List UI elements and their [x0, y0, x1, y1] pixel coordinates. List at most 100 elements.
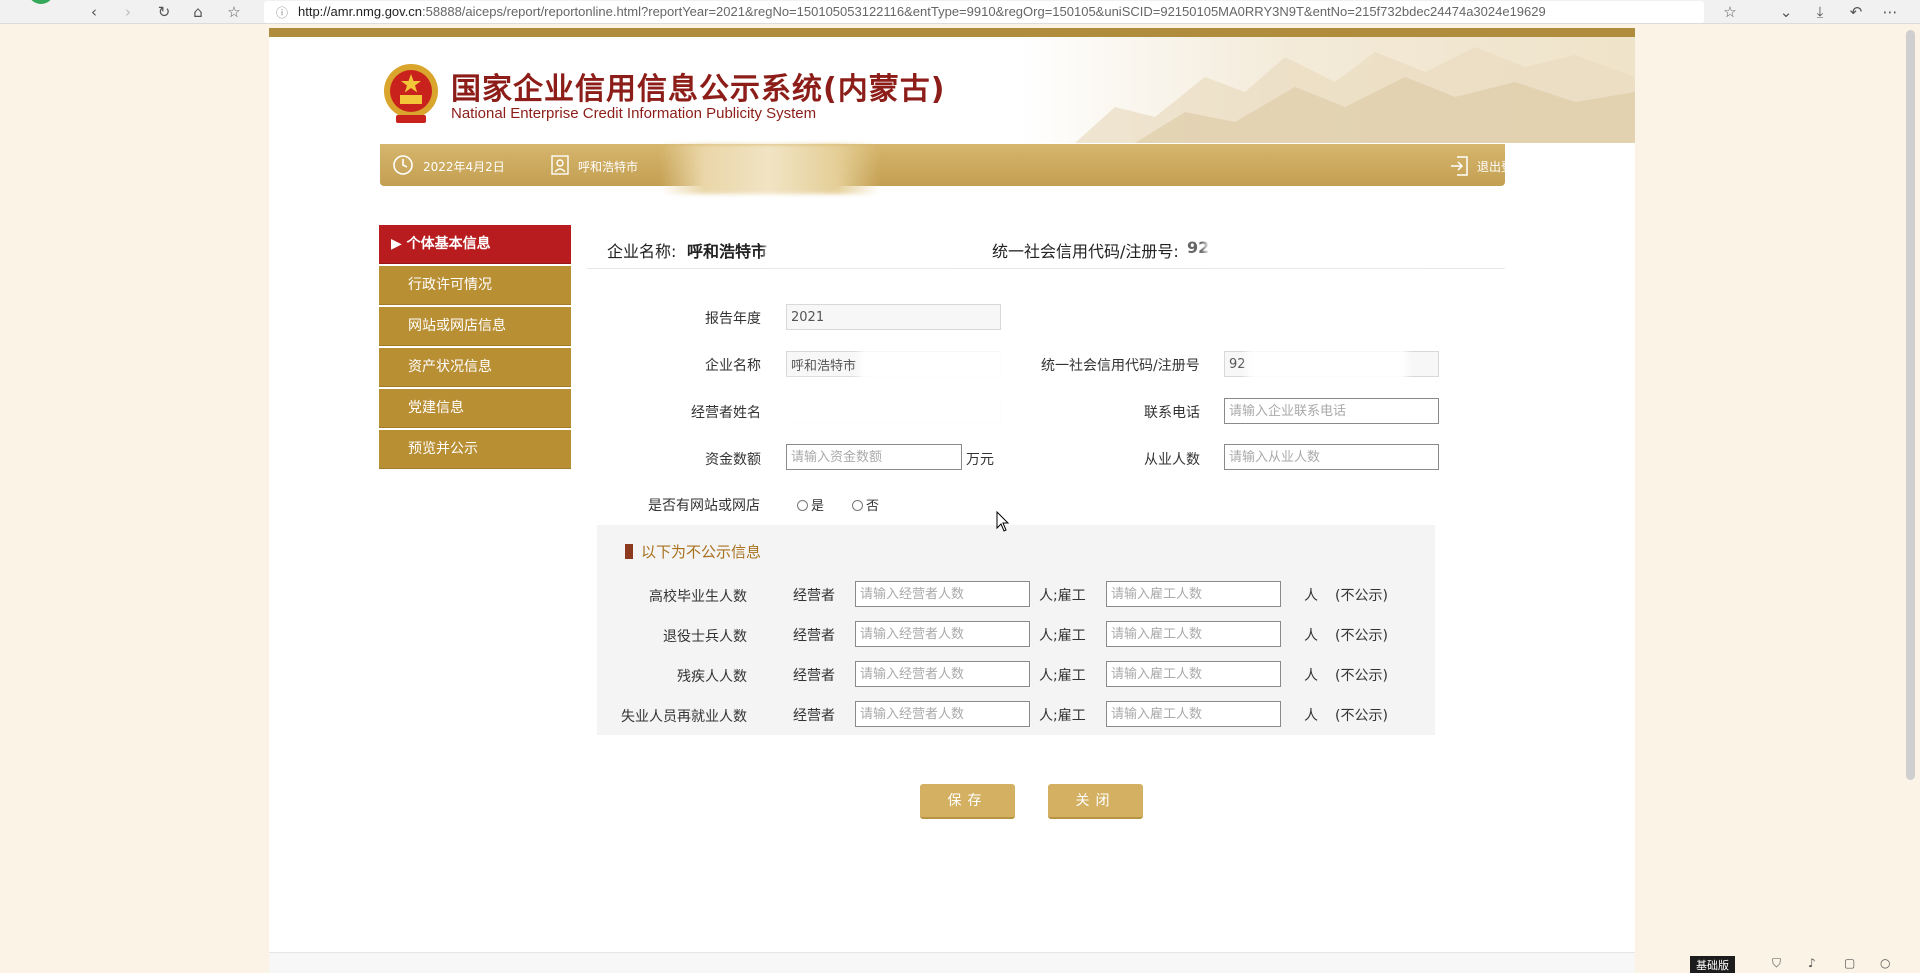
person-unit: 人	[1304, 628, 1318, 644]
sidebar-item-basic-info[interactable]: ▶ 个体基本信息	[379, 225, 571, 264]
user-icon	[551, 155, 569, 175]
phone-input[interactable]	[1224, 398, 1439, 424]
status-strip: 基础版 ⛉ ♪ ▢ ○	[1680, 955, 1920, 973]
graduates-label: 高校毕业生人数	[649, 589, 747, 605]
sidebar-item-admin-license[interactable]: 行政许可情况	[379, 266, 571, 305]
address-url[interactable]: http://amr.nmg.gov.cn:58888/aiceps/repor…	[298, 4, 1688, 19]
disabled-persons-label: 残疾人人数	[677, 669, 747, 685]
graduates-employee-input[interactable]	[1106, 581, 1281, 607]
operator-word: 经营者	[793, 628, 835, 644]
content-header: 企业名称: 呼和浩特市 统一社会信用代码/注册号: 92	[587, 225, 1505, 269]
sidebar: ▶ 个体基本信息 行政许可情况 网站或网店信息 资产状况信息 党建信息 预览并公…	[379, 225, 571, 471]
page-scrollbar[interactable]	[1906, 30, 1915, 780]
url-path: :58888/aiceps/report/reportonline.html?r…	[422, 4, 1546, 19]
save-button[interactable]: 保存	[920, 784, 1015, 819]
sound-icon[interactable]: ♪	[1808, 956, 1816, 970]
mountain-decoration-icon	[1075, 47, 1635, 143]
logout-label: 退出登录	[1477, 160, 1526, 174]
non-public-title-text: 以下为不公示信息	[641, 543, 762, 561]
website-question-label: 是否有网站或网店	[648, 498, 760, 514]
redaction-blur	[1205, 229, 1425, 265]
address-bar[interactable]: ⓘ http://amr.nmg.gov.cn:58888/aiceps/rep…	[264, 1, 1704, 23]
close-button[interactable]: 关闭	[1048, 784, 1143, 819]
person-unit-separator: 人;雇工	[1039, 588, 1086, 604]
site-header: 国家企业信用信息公示系统(内蒙古) National Enterprise Cr…	[269, 37, 1635, 143]
non-public-title: 以下为不公示信息	[625, 541, 761, 562]
person-unit: 人	[1304, 588, 1318, 604]
website-yes-radio[interactable]: 是	[797, 495, 824, 514]
browser-logo-icon	[28, 0, 54, 4]
capital-label: 资金数额	[705, 452, 761, 468]
search-icon[interactable]: ○	[1880, 956, 1890, 970]
veterans-operator-input[interactable]	[855, 621, 1030, 647]
operator-word: 经营者	[793, 668, 835, 684]
phone-label: 联系电话	[1144, 405, 1200, 421]
home-icon[interactable]: ⌂	[188, 2, 208, 22]
mouse-cursor-icon	[996, 511, 1010, 532]
credit-code-field-label: 统一社会信用代码/注册号	[1041, 358, 1200, 374]
browser-toolbar: ‹ › ↻ ⌂ ☆ ⓘ http://amr.nmg.gov.cn:58888/…	[0, 0, 1920, 24]
clock-icon	[393, 155, 413, 175]
not-public-note: (不公示)	[1335, 708, 1388, 724]
site-info-icon[interactable]: ⓘ	[276, 4, 288, 21]
person-unit-separator: 人;雇工	[1039, 628, 1086, 644]
national-emblem-icon	[384, 64, 438, 123]
shield-icon[interactable]: ⛉	[1772, 956, 1781, 971]
sidebar-item-party-building[interactable]: 党建信息	[379, 389, 571, 428]
employees-input[interactable]	[1224, 444, 1439, 470]
not-public-note: (不公示)	[1335, 588, 1388, 604]
disabled-operator-input[interactable]	[855, 661, 1030, 687]
more-icon[interactable]: ⋯	[1880, 2, 1900, 22]
website-yes-label: 是	[811, 499, 825, 514]
version-badge[interactable]: 基础版	[1690, 956, 1735, 973]
chevron-down-icon[interactable]: ⌄	[1776, 2, 1796, 22]
undo-icon[interactable]: ↶	[1846, 2, 1866, 22]
website-no-radio[interactable]: 否	[852, 495, 879, 514]
not-public-note: (不公示)	[1335, 668, 1388, 684]
current-date: 2022年4月2日	[423, 160, 505, 174]
section-marker-icon	[625, 544, 633, 559]
redaction-blur	[765, 229, 955, 265]
nav-bar: 2022年4月2日 呼和浩特市 退出登录	[380, 144, 1525, 194]
radio-circle-icon	[852, 500, 863, 511]
sidebar-item-preview-publish[interactable]: 预览并公示	[379, 430, 571, 469]
disabled-employee-input[interactable]	[1106, 661, 1281, 687]
logout-icon	[1451, 156, 1468, 176]
site-title: 国家企业信用信息公示系统(内蒙古)	[451, 72, 946, 107]
reemployed-employee-input[interactable]	[1106, 701, 1281, 727]
sidebar-item-website-info[interactable]: 网站或网店信息	[379, 307, 571, 346]
page-footer	[269, 952, 1635, 973]
main-content: 企业名称: 呼和浩特市 统一社会信用代码/注册号: 92 报告年度 企业名称 统…	[587, 225, 1505, 835]
site-subtitle: National Enterprise Credit Information P…	[451, 105, 817, 122]
veterans-employee-input[interactable]	[1106, 621, 1281, 647]
capital-unit: 万元	[966, 452, 994, 468]
reemployed-operator-input[interactable]	[855, 701, 1030, 727]
radio-circle-icon	[797, 500, 808, 511]
download-icon[interactable]: ⤓	[1810, 2, 1830, 22]
report-year-field[interactable]	[786, 304, 1001, 330]
top-accent-bar	[269, 28, 1635, 37]
person-unit: 人	[1304, 668, 1318, 684]
company-name-value: 呼和浩特市	[687, 242, 768, 261]
forward-icon[interactable]: ›	[118, 2, 138, 22]
credit-code-label: 统一社会信用代码/注册号:	[992, 242, 1179, 261]
back-icon[interactable]: ‹	[84, 2, 104, 22]
url-host: http://amr.nmg.gov.cn	[298, 4, 423, 19]
sidebar-item-assets[interactable]: 资产状况信息	[379, 348, 571, 387]
redaction-blur	[773, 380, 1009, 440]
capital-input[interactable]	[786, 444, 962, 470]
person-unit-separator: 人;雇工	[1039, 708, 1086, 724]
graduates-operator-input[interactable]	[855, 581, 1030, 607]
operator-word: 经营者	[793, 588, 835, 604]
reemployed-label: 失业人员再就业人数	[621, 709, 747, 725]
non-public-section: 以下为不公示信息 高校毕业生人数 经营者 人;雇工 人 (不公示) 退役士兵人数…	[597, 525, 1435, 735]
window-icon[interactable]: ▢	[1844, 956, 1855, 970]
company-name-field-label: 企业名称	[705, 358, 761, 374]
current-user: 呼和浩特市	[578, 160, 639, 174]
redaction-blur	[660, 144, 880, 194]
star-icon[interactable]: ☆	[1720, 2, 1740, 22]
company-name-label: 企业名称:	[607, 242, 677, 261]
bookmark-icon[interactable]: ☆	[224, 2, 244, 22]
reload-icon[interactable]: ↻	[154, 2, 174, 22]
redaction-blur	[1247, 347, 1407, 383]
